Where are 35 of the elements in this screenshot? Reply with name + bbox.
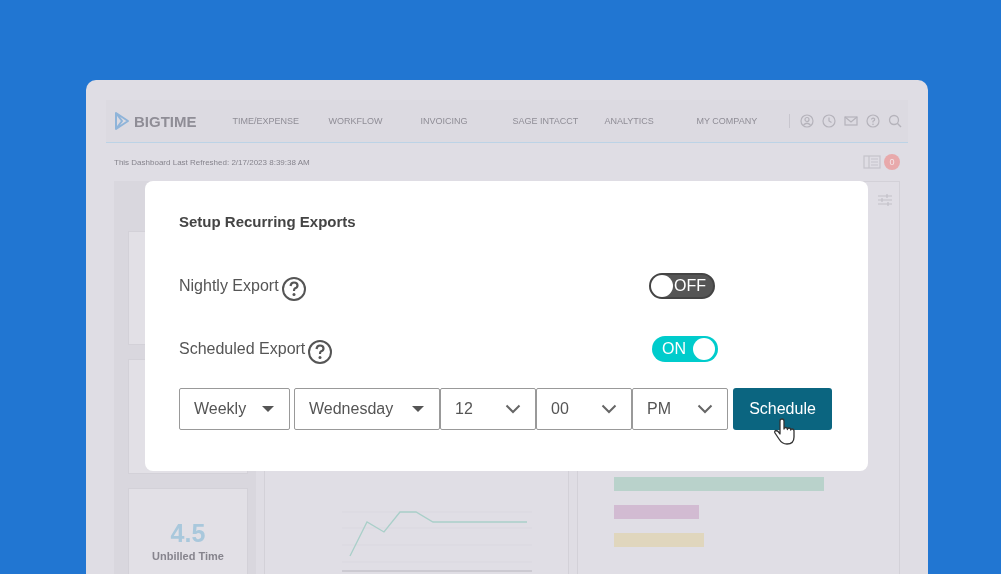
mail-icon[interactable] (843, 114, 858, 128)
chevron-down-icon (697, 404, 713, 414)
settings-icon[interactable] (877, 192, 893, 208)
select-dropdown[interactable]: PM (632, 388, 728, 430)
refreshed-text: This Dashboard Last Refreshed: 2/17/2023 8:39:38 AM (114, 157, 310, 167)
toggle-label: Scheduled Export (179, 340, 306, 358)
logo-text: BIGTIME (134, 112, 197, 130)
nav-link[interactable]: WORKFLOW (328, 116, 421, 126)
caret-icon (411, 405, 425, 413)
hand-cursor-icon (773, 418, 795, 446)
export-toggle[interactable]: OFF (649, 273, 715, 299)
caret-icon (261, 405, 275, 413)
logo-icon (114, 111, 130, 131)
nav-link[interactable]: MY COMPANY (696, 116, 789, 126)
select-dropdown[interactable]: 12 (440, 388, 536, 430)
chevron-down-icon (505, 404, 521, 414)
select-dropdown[interactable]: Weekly (179, 388, 290, 430)
help-icon[interactable] (280, 276, 307, 302)
chevron-down-icon (601, 404, 617, 414)
dialog-title: Setup Recurring Exports (179, 213, 357, 232)
schedule-button[interactable]: Schedule (733, 388, 832, 430)
export-toggle[interactable]: ON (652, 336, 718, 362)
nav-link[interactable]: TIME/EXPENSE (232, 116, 329, 126)
nav-link[interactable]: ANALYTICS (604, 116, 697, 126)
search-icon[interactable] (887, 114, 902, 128)
clock-icon[interactable] (821, 114, 836, 128)
toggle-label: Nightly Export (179, 277, 279, 295)
help-icon[interactable] (307, 339, 334, 365)
metric-label: Unbilled Time (152, 549, 224, 562)
nav-link[interactable]: SAGE INTACCT (512, 116, 605, 126)
nav-link[interactable]: INVOICING (420, 116, 513, 126)
user-icon[interactable] (799, 114, 814, 128)
select-dropdown[interactable]: 00 (536, 388, 632, 430)
metric-value: 4.5 (170, 518, 206, 548)
select-dropdown[interactable]: Wednesday (294, 388, 440, 430)
